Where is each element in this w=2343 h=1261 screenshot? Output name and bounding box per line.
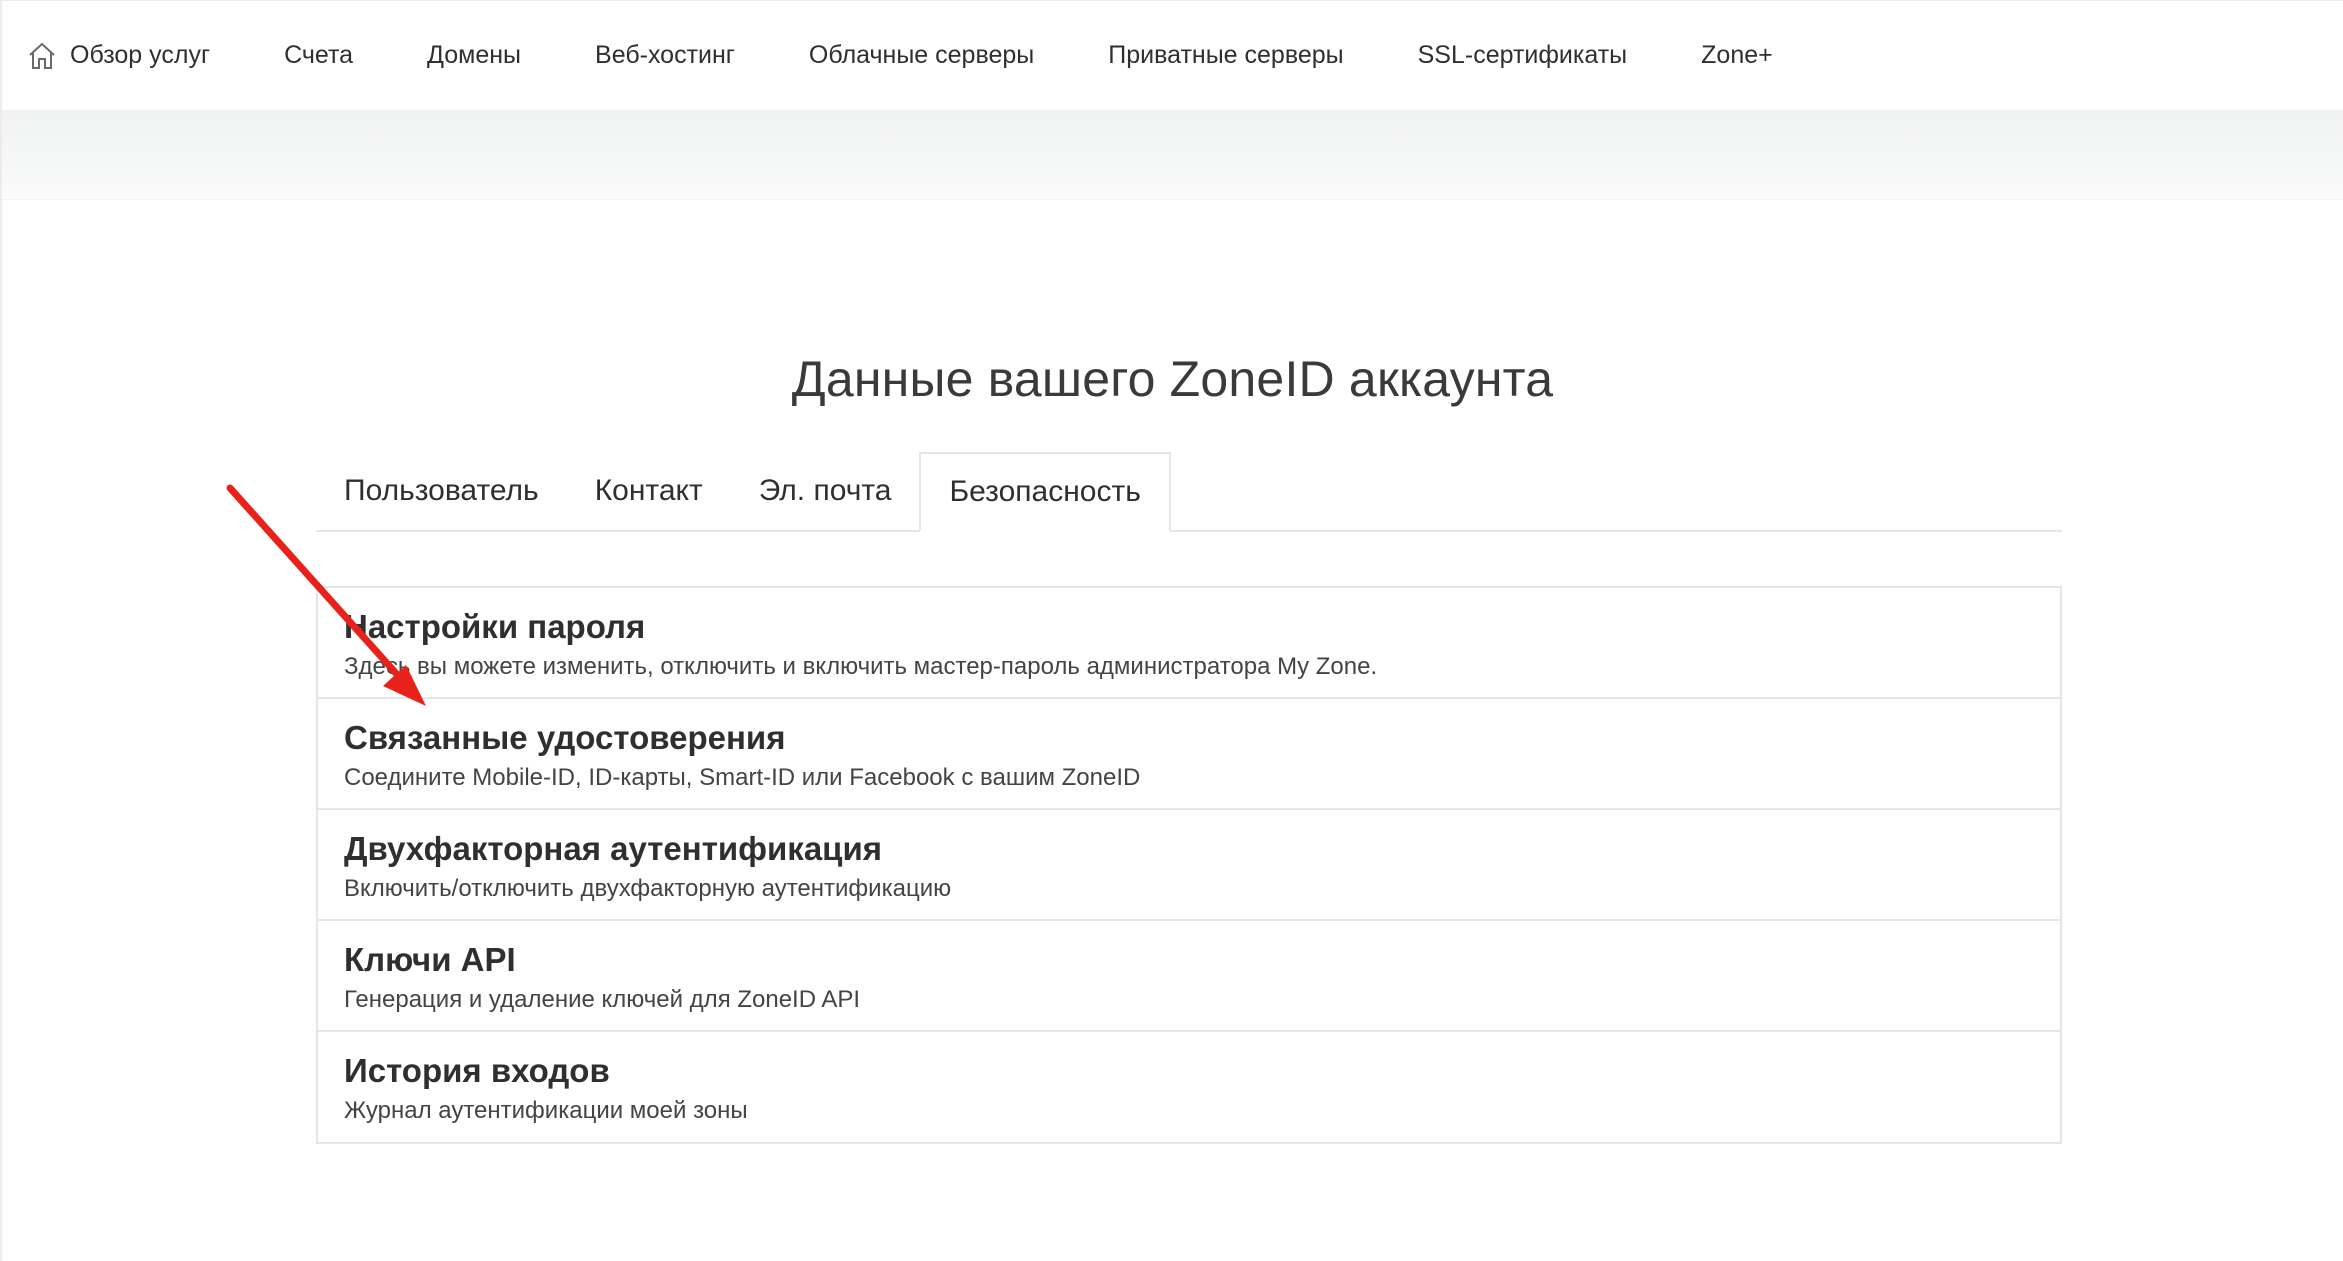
tab-contact[interactable]: Контакт xyxy=(567,452,731,530)
list-item-password-settings[interactable]: Настройки пароля Здесь вы можете изменит… xyxy=(318,588,2060,699)
account-tabs: Пользователь Контакт Эл. почта Безопасно… xyxy=(316,452,2062,532)
list-item-description: Включить/отключить двухфакторную аутенти… xyxy=(344,875,952,902)
nav-item-label: Счета xyxy=(284,41,354,69)
nav-item-label: Zone+ xyxy=(1701,41,1773,69)
list-item-title: Ключи API xyxy=(344,941,516,978)
nav-item-private-servers[interactable]: Приватные серверы xyxy=(1108,1,1343,111)
list-item-description: Здесь вы можете изменить, отключить и вк… xyxy=(344,653,1378,680)
list-item-title: Настройки пароля xyxy=(344,608,646,645)
nav-item-label: SSL-сертификаты xyxy=(1417,41,1628,69)
header-band xyxy=(2,110,2343,200)
list-item-login-history[interactable]: История входов Журнал аутентификации мое… xyxy=(318,1032,2060,1142)
home-icon xyxy=(26,40,58,72)
top-navigation: Обзор услуг Счета Домены Веб-хостинг Обл… xyxy=(2,0,2343,110)
list-item-two-factor-auth[interactable]: Двухфакторная аутентификация Включить/от… xyxy=(318,810,2060,921)
list-item-title: Двухфакторная аутентификация xyxy=(344,830,883,867)
list-item-description: Генерация и удаление ключей для ZoneID A… xyxy=(344,986,861,1013)
list-item-api-keys[interactable]: Ключи API Генерация и удаление ключей дл… xyxy=(318,921,2060,1032)
nav-item-label: Облачные серверы xyxy=(808,41,1035,69)
security-settings-list: Настройки пароля Здесь вы можете изменит… xyxy=(316,586,2062,1144)
tab-security[interactable]: Безопасность xyxy=(919,452,1171,532)
nav-item-label: Домены xyxy=(427,41,522,69)
list-item-title: История входов xyxy=(344,1052,610,1089)
nav-item-domains[interactable]: Домены xyxy=(427,1,521,111)
nav-item-zone-plus[interactable]: Zone+ xyxy=(1701,1,1773,111)
tab-email[interactable]: Эл. почта xyxy=(731,452,920,530)
list-item-description: Соедините Mobile-ID, ID-карты, Smart-ID … xyxy=(344,764,1141,791)
nav-item-ssl-certificates[interactable]: SSL-сертификаты xyxy=(1418,1,1628,111)
nav-item-web-hosting[interactable]: Веб-хостинг xyxy=(595,1,735,111)
nav-item-services-overview[interactable]: Обзор услуг xyxy=(26,1,210,111)
list-item-title: Связанные удостоверения xyxy=(344,719,786,756)
list-item-description: Журнал аутентификации моей зоны xyxy=(344,1097,748,1124)
page-title: Данные вашего ZoneID аккаунта xyxy=(791,351,1554,407)
list-item-linked-identities[interactable]: Связанные удостоверения Соедините Mobile… xyxy=(318,699,2060,810)
nav-item-label: Веб-хостинг xyxy=(595,41,735,69)
page: Обзор услуг Счета Домены Веб-хостинг Обл… xyxy=(0,0,2343,1261)
nav-item-label: Приватные серверы xyxy=(1108,41,1344,69)
tab-user[interactable]: Пользователь xyxy=(316,452,567,530)
nav-item-label: Обзор услуг xyxy=(70,41,211,69)
nav-item-invoices[interactable]: Счета xyxy=(284,1,353,111)
nav-item-cloud-servers[interactable]: Облачные серверы xyxy=(809,1,1034,111)
